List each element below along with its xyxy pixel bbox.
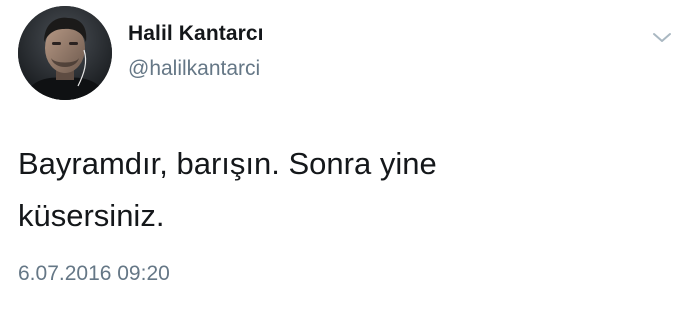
tweet-card: Halil Kantarcı @halilkantarci Bayramdır,… <box>0 0 690 309</box>
tweet-text: Bayramdır, barışın. Sonra yine küsersini… <box>18 138 638 242</box>
chevron-down-icon[interactable] <box>650 26 674 50</box>
avatar[interactable] <box>18 6 112 100</box>
tweet-text-line: küsersiniz. <box>18 198 165 233</box>
display-name[interactable]: Halil Kantarcı <box>128 22 264 46</box>
tweet-text-line: Bayramdır, barışın. Sonra yine <box>18 146 437 181</box>
user-handle[interactable]: @halilkantarci <box>128 57 260 81</box>
profile-photo-icon <box>18 6 112 100</box>
tweet-timestamp[interactable]: 6.07.2016 09:20 <box>18 262 170 286</box>
